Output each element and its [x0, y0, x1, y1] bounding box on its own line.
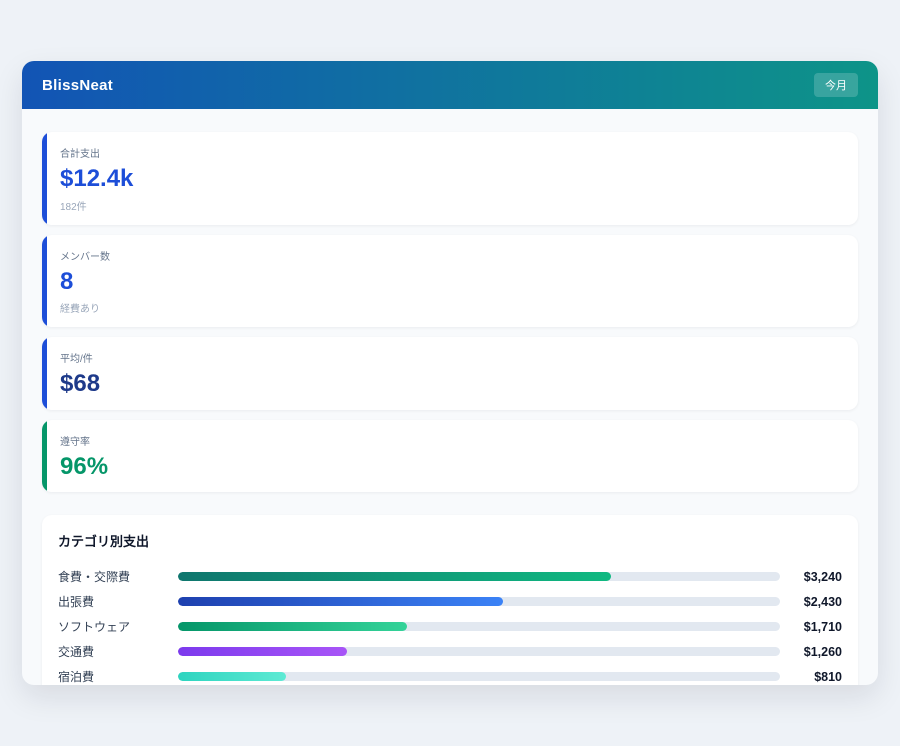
stat-label: 遵守率 [60, 433, 840, 448]
category-label: 出張費 [58, 593, 178, 610]
stat-subtext: 182件 [60, 198, 840, 213]
stat-accent-bar [42, 337, 47, 410]
category-label: ソフトウェア [58, 618, 178, 635]
category-label: 宿泊費 [58, 668, 178, 685]
stat-label: 合計支出 [60, 145, 840, 160]
category-label: 交通費 [58, 643, 178, 660]
category-bar-fill [178, 572, 611, 581]
category-rows: 食費・交際費 $3,240 出張費 $2,430 ソフトウェア $1,710 交… [58, 564, 842, 685]
category-card-title: カテゴリ別支出 [58, 531, 842, 550]
stat-accent-bar [42, 132, 47, 225]
stat-subtext: 経費あり [60, 300, 840, 315]
stat-value: 8 [60, 268, 840, 296]
stat-accent-bar [42, 420, 47, 493]
category-row: 宿泊費 $810 [58, 664, 842, 685]
category-label: 食費・交際費 [58, 568, 178, 585]
stat-value: $68 [60, 370, 840, 398]
app-title: BlissNeat [42, 77, 113, 94]
stat-value: 96% [60, 453, 840, 481]
stat-label: 平均/件 [60, 350, 840, 365]
category-bar-track [178, 622, 780, 631]
stat-card-average-per-item: 平均/件 $68 [42, 337, 858, 410]
stat-label: メンバー数 [60, 248, 840, 263]
category-bar-track [178, 572, 780, 581]
category-value: $2,430 [780, 595, 842, 609]
category-bar-track [178, 597, 780, 606]
period-badge[interactable]: 今月 [814, 73, 858, 97]
stat-card-compliance-rate: 遵守率 96% [42, 420, 858, 493]
category-row: 食費・交際費 $3,240 [58, 564, 842, 589]
category-row: ソフトウェア $1,710 [58, 614, 842, 639]
category-bar-track [178, 672, 780, 681]
category-bar-fill [178, 647, 347, 656]
dashboard-content: 合計支出 $12.4k 182件 メンバー数 8 経費あり 平均/件 $68 遵… [22, 109, 878, 685]
category-bar-fill [178, 597, 503, 606]
category-value: $810 [780, 670, 842, 684]
stat-accent-bar [42, 235, 47, 328]
app-header: BlissNeat 今月 [22, 61, 878, 109]
stat-card-total-spend: 合計支出 $12.4k 182件 [42, 132, 858, 225]
category-row: 交通費 $1,260 [58, 639, 842, 664]
category-value: $1,710 [780, 620, 842, 634]
category-bar-fill [178, 622, 407, 631]
category-value: $1,260 [780, 645, 842, 659]
category-row: 出張費 $2,430 [58, 589, 842, 614]
category-value: $3,240 [780, 570, 842, 584]
stat-card-member-count: メンバー数 8 経費あり [42, 235, 858, 328]
category-spending-card: カテゴリ別支出 食費・交際費 $3,240 出張費 $2,430 ソフトウェア … [42, 515, 858, 685]
category-bar-track [178, 647, 780, 656]
category-bar-fill [178, 672, 286, 681]
stat-value: $12.4k [60, 165, 840, 193]
dashboard-card: BlissNeat 今月 合計支出 $12.4k 182件 メンバー数 8 経費… [22, 61, 878, 685]
